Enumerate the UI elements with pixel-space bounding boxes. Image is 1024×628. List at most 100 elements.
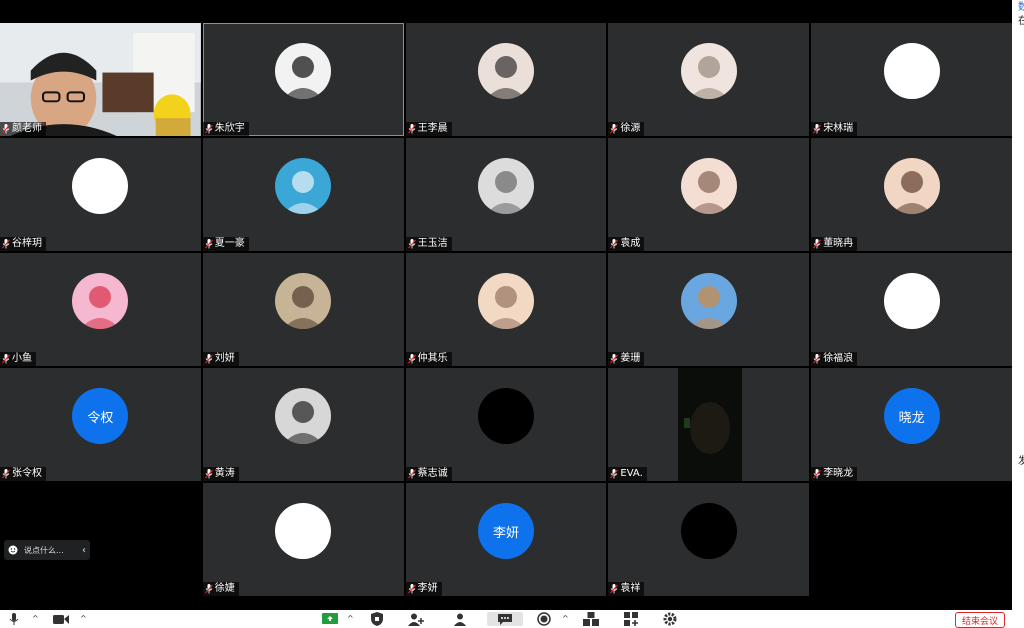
security-shield-icon[interactable]: [369, 612, 385, 626]
participant-name: 仲其乐: [417, 353, 448, 364]
avatar: [275, 43, 332, 99]
participant-name: 小鱼: [12, 353, 32, 364]
avatar: [883, 273, 940, 329]
avatar: [477, 273, 534, 329]
participant-name-plate: 小鱼: [0, 352, 36, 366]
muted-mic-icon: [204, 354, 213, 364]
record-options-caret-icon[interactable]: ^: [562, 614, 569, 623]
muted-mic-icon: [610, 354, 619, 364]
participant-name-plate: 徐福浪: [811, 352, 858, 366]
avatar: [275, 503, 332, 559]
participant-tile[interactable]: 宋林瑞: [811, 23, 1012, 136]
muted-mic-icon: [407, 469, 416, 479]
participant-tile[interactable]: 夏一豪: [202, 138, 404, 251]
participant-name: EVA.: [620, 468, 643, 479]
participant-name-plate: 李妍: [405, 582, 442, 596]
muted-mic-icon: [204, 469, 213, 479]
muted-mic-icon: [2, 469, 10, 479]
participant-tile[interactable]: 仲其乐: [405, 253, 607, 366]
mic-options-caret-icon[interactable]: ^: [32, 614, 39, 623]
participant-tile[interactable]: 令权 张令权: [0, 368, 201, 481]
participant-tile: [811, 483, 1012, 596]
participants-icon[interactable]: [452, 612, 468, 626]
share-options-caret-icon[interactable]: ^: [347, 614, 354, 623]
microphone-icon[interactable]: [6, 612, 22, 626]
participant-name-plate: 刘妍: [202, 352, 239, 366]
participant-tile[interactable]: 王李晨: [405, 23, 607, 136]
camera-icon[interactable]: [53, 612, 69, 626]
participant-tile[interactable]: EVA.: [608, 368, 810, 481]
participant-name: 刘妍: [214, 353, 235, 364]
muted-mic-icon: [610, 584, 619, 594]
participant-tile[interactable]: 谷梓玥: [0, 138, 201, 251]
muted-mic-icon: [204, 124, 213, 134]
chat-icon[interactable]: [487, 612, 523, 626]
participant-tile[interactable]: 徐婕: [202, 483, 404, 596]
avatar: [680, 158, 737, 214]
teacher-camera-video: [0, 23, 201, 136]
participant-tile[interactable]: 黄涛: [202, 368, 404, 481]
share-screen-icon[interactable]: [322, 612, 338, 626]
avatar: [477, 158, 534, 214]
participant-tile[interactable]: 徐福浪: [811, 253, 1012, 366]
participant-name-plate: 仲其乐: [405, 352, 452, 366]
side-panel-text-3: 发: [1018, 456, 1024, 467]
participant-tile[interactable]: 王玉洁: [405, 138, 607, 251]
participant-name-plate: 宋林瑞: [811, 122, 858, 136]
participant-name: 王玉洁: [417, 238, 448, 249]
participant-tile[interactable]: 李妍 李妍: [405, 483, 607, 596]
participant-name: 李妍: [417, 583, 438, 594]
breakout-rooms-icon[interactable]: [583, 612, 599, 626]
avatar: [477, 388, 534, 444]
participant-tile[interactable]: 晓龙 李晓龙: [811, 368, 1012, 481]
avatar: [680, 273, 737, 329]
avatar: [883, 43, 940, 99]
avatar: [72, 273, 129, 329]
emoji-icon[interactable]: [8, 545, 18, 555]
apps-icon[interactable]: [623, 612, 639, 626]
muted-mic-icon: [813, 469, 822, 479]
participant-name: 黄涛: [214, 468, 235, 479]
participant-name-plate: 王玉洁: [405, 237, 452, 251]
participant-tile[interactable]: 朱欣宇: [202, 23, 404, 136]
participant-tile[interactable]: 董晓冉: [811, 138, 1012, 251]
chat-input-pill[interactable]: 说点什么... ‹: [4, 540, 90, 560]
avatar: [680, 503, 737, 559]
participant-name: 袁祥: [620, 583, 641, 594]
muted-mic-icon: [610, 469, 619, 479]
participant-tile[interactable]: 蔡志诚: [405, 368, 607, 481]
muted-mic-icon: [2, 239, 10, 249]
participant-tile[interactable]: 袁祥: [608, 483, 810, 596]
avatar: [275, 158, 332, 214]
participant-tile[interactable]: 袁成: [608, 138, 810, 251]
muted-mic-icon: [407, 584, 416, 594]
side-panel-edge: 数 在 发: [1012, 0, 1024, 610]
end-meeting-button[interactable]: 结束会议: [955, 612, 1005, 628]
collapse-chevron-icon[interactable]: ‹: [82, 545, 86, 556]
meeting-toolbar: ^ ^ ^ ^ 结束会议: [0, 610, 1024, 628]
muted-mic-icon: [204, 239, 213, 249]
avatar: [883, 158, 940, 214]
participant-tile[interactable]: 刘妍: [202, 253, 404, 366]
participant-name: 董晓冉: [823, 238, 854, 249]
participant-tile[interactable]: 姜珊: [608, 253, 810, 366]
participant-name: 朱欣宇: [214, 123, 245, 134]
participant-name: 谷梓玥: [12, 238, 42, 249]
participant-tile[interactable]: 徐源: [608, 23, 810, 136]
avatar: [477, 43, 534, 99]
participant-tile[interactable]: 颜老师: [0, 23, 201, 136]
camera-options-caret-icon[interactable]: ^: [80, 614, 87, 623]
dark-camera-video: [678, 368, 743, 481]
participant-name: 宋林瑞: [823, 123, 854, 134]
participant-name-plate: 谷梓玥: [0, 237, 46, 251]
top-bar: [0, 0, 1012, 23]
invite-participant-icon[interactable]: [408, 612, 424, 626]
participant-name: 徐婕: [214, 583, 235, 594]
settings-gear-icon[interactable]: [662, 612, 678, 626]
participant-name-plate: 黄涛: [202, 467, 239, 481]
avatar: [72, 158, 129, 214]
participant-name-plate: 董晓冉: [811, 237, 858, 251]
participant-tile[interactable]: 小鱼: [0, 253, 201, 366]
record-icon[interactable]: [536, 612, 552, 626]
chat-placeholder[interactable]: 说点什么...: [24, 545, 64, 556]
